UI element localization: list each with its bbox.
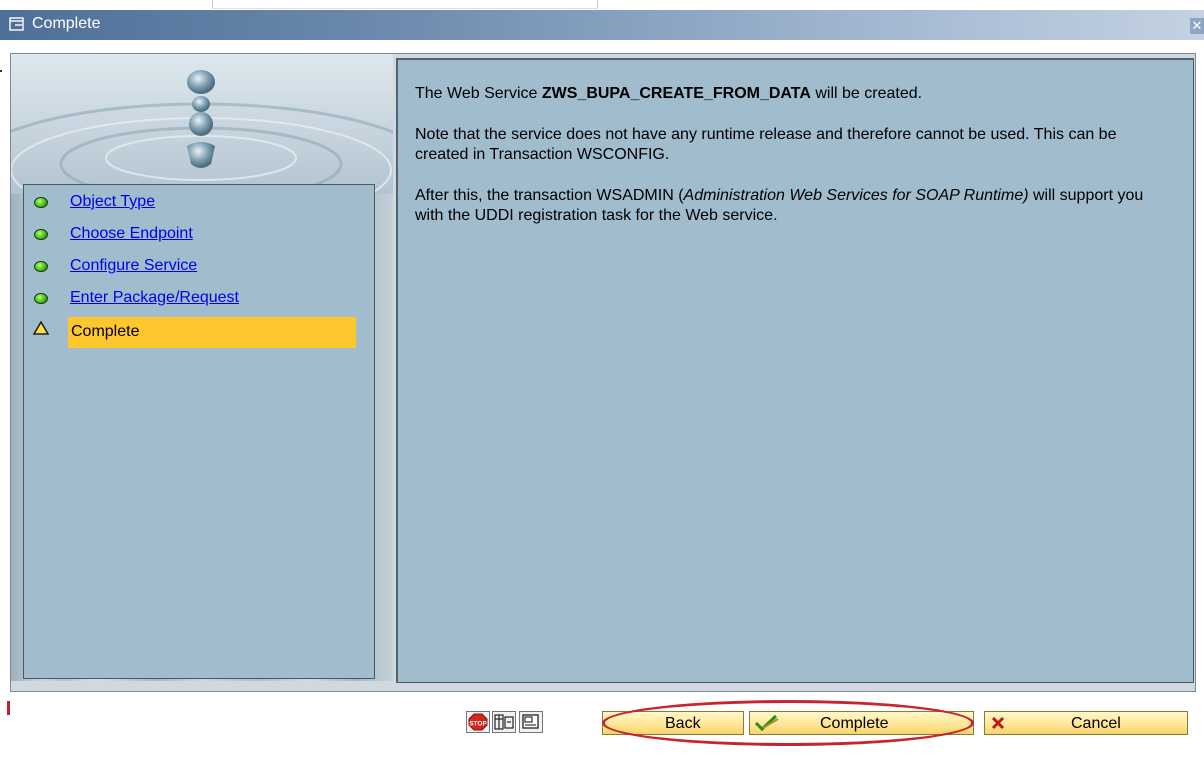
step-object-type[interactable]: Object Type: [24, 189, 374, 221]
transaction-description: Administration Web Services for SOAP Run…: [683, 187, 1029, 204]
step-choose-endpoint[interactable]: Choose Endpoint: [24, 221, 374, 253]
stop-button[interactable]: STOP: [466, 711, 490, 733]
step-complete: Complete: [24, 317, 374, 349]
title-bar: Complete ✕: [0, 10, 1204, 40]
complete-button[interactable]: Complete: [749, 711, 974, 735]
step-link[interactable]: Object Type: [70, 193, 155, 211]
checkmark-icon: [754, 714, 779, 732]
step-configure-service[interactable]: Configure Service: [24, 253, 374, 285]
step-link[interactable]: Configure Service: [70, 257, 197, 275]
cancel-label: Cancel: [1071, 715, 1121, 732]
back-label: Back: [665, 715, 701, 732]
step-label: Complete: [71, 323, 140, 340]
dialog-icon: [9, 17, 24, 31]
green-light-icon: [34, 229, 48, 240]
stop-icon: STOP: [468, 713, 488, 731]
cancel-icon: [991, 716, 1005, 730]
paragraph-wsadmin: After this, the transaction WSADMIN (Adm…: [415, 186, 1155, 226]
water-drop-graphic: [11, 54, 393, 194]
display-button[interactable]: [519, 711, 543, 733]
complete-label: Complete: [820, 715, 889, 732]
back-button[interactable]: Back: [602, 711, 744, 735]
text-fragment: will be created.: [810, 85, 923, 102]
step-enter-package-request[interactable]: Enter Package/Request: [24, 285, 374, 317]
display-icon: [522, 714, 539, 729]
technical-info-button[interactable]: [492, 711, 516, 733]
step-list: Object Type Choose Endpoint Configure Se…: [24, 189, 374, 349]
step-link[interactable]: Choose Endpoint: [70, 225, 193, 243]
sidebar: Object Type Choose Endpoint Configure Se…: [11, 54, 393, 681]
edge-marker: [0, 70, 2, 72]
background-tab: [212, 0, 598, 9]
service-name: ZWS_BUPA_CREATE_FROM_DATA: [541, 85, 811, 102]
window-title: Complete: [32, 15, 101, 32]
text-fragment: The Web Service: [415, 85, 542, 102]
message-text: The Web Service ZWS_BUPA_CREATE_FROM_DAT…: [415, 84, 1155, 247]
content-panel: The Web Service ZWS_BUPA_CREATE_FROM_DAT…: [396, 58, 1194, 683]
edge-marker-red: [7, 701, 10, 715]
step-link[interactable]: Enter Package/Request: [70, 289, 239, 307]
wizard-window: Object Type Choose Endpoint Configure Se…: [10, 53, 1196, 692]
technical-info-icon: [494, 714, 514, 730]
cancel-button[interactable]: Cancel: [984, 711, 1188, 735]
yellow-triangle-icon: [33, 321, 49, 335]
top-strip: [0, 0, 1204, 10]
green-light-icon: [34, 293, 48, 304]
green-light-icon: [34, 261, 48, 272]
paragraph-note: Note that the service does not have any …: [415, 126, 1117, 163]
step-list-panel: Object Type Choose Endpoint Configure Se…: [23, 184, 375, 679]
svg-text:STOP: STOP: [469, 721, 487, 728]
text-fragment: After this, the transaction WSADMIN (: [415, 187, 684, 204]
paragraph-created: The Web Service ZWS_BUPA_CREATE_FROM_DAT…: [415, 84, 1155, 104]
green-light-icon: [34, 197, 48, 208]
close-icon[interactable]: ✕: [1190, 18, 1204, 34]
